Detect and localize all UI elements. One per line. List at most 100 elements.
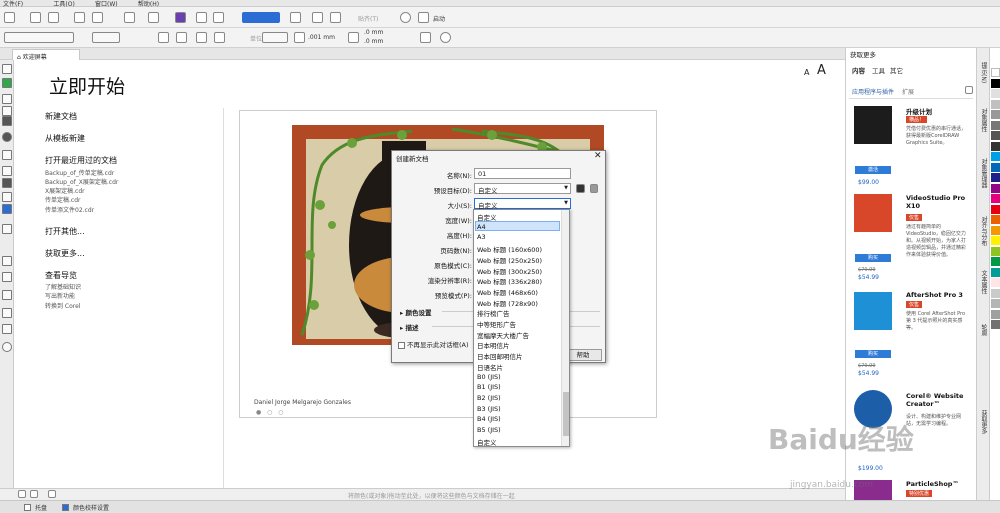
product-name[interactable]: Corel® Website Creator™ [906, 392, 970, 408]
color-swatch[interactable] [991, 110, 1000, 119]
zoom-level-field[interactable] [242, 12, 280, 23]
color-proof-settings-label[interactable]: 颜色校样设置 [73, 503, 109, 512]
pick-tool-icon[interactable] [2, 64, 12, 74]
size-option[interactable]: 自定义 [477, 212, 497, 222]
dimension-tool-icon[interactable] [2, 224, 12, 234]
color-swatch[interactable] [991, 225, 1000, 235]
close-icon[interactable]: ✕ [594, 151, 602, 161]
open-other-link[interactable]: 打开其他... [45, 226, 85, 237]
gallery-pager[interactable]: ● ○ ○ [256, 409, 286, 416]
portrait-icon[interactable] [158, 32, 169, 43]
vtab-object-properties[interactable]: 对象属性 [979, 108, 988, 132]
download-icon[interactable] [965, 86, 973, 94]
product-name[interactable]: ParticleShop™ [906, 480, 959, 488]
tray-icon[interactable] [24, 504, 31, 511]
buy-button[interactable]: 购买 [855, 350, 891, 358]
size-option[interactable]: B0 (JIS) [477, 373, 501, 381]
color-swatch[interactable] [991, 131, 1000, 140]
size-dropdown[interactable]: 自定义 ▼ [474, 198, 571, 210]
size-option[interactable]: 日本明信片 [477, 340, 510, 350]
open-icon[interactable] [30, 12, 41, 23]
scrollbar-thumb[interactable] [563, 392, 569, 436]
text-tool-icon[interactable] [2, 192, 12, 202]
tray-label[interactable]: 托盘 [35, 503, 47, 512]
size-option[interactable]: B4 (JIS) [477, 415, 501, 423]
recent-file-item[interactable]: Backup_of_传单定稿.cdr [45, 168, 114, 177]
all-pages-icon[interactable] [196, 32, 207, 43]
subtab-apps-plugins[interactable]: 应用程序与插件 [852, 87, 894, 96]
size-option[interactable]: A4 [477, 223, 486, 231]
new-document-icon[interactable] [4, 12, 15, 23]
color-swatch[interactable] [991, 120, 1000, 130]
current-page-icon[interactable] [214, 32, 225, 43]
font-increase-button[interactable]: A [817, 63, 826, 78]
page-size-field[interactable] [4, 32, 74, 43]
tab-other[interactable]: 其它 [890, 65, 903, 75]
export-icon[interactable] [213, 12, 224, 23]
connector-tool-icon[interactable] [2, 204, 12, 214]
color-swatch[interactable] [991, 89, 1000, 98]
size-option[interactable]: 宽幅摩天大楼广告 [477, 330, 529, 340]
buy-button[interactable]: 购买 [855, 254, 891, 262]
import-icon[interactable] [196, 12, 207, 23]
color-swatch[interactable] [991, 173, 1000, 182]
treat-as-filled-icon[interactable] [420, 32, 431, 43]
page-width-field[interactable] [92, 32, 120, 43]
color-swatch[interactable] [991, 204, 1000, 214]
preset-dropdown[interactable]: 自定义 ▼ [474, 183, 571, 195]
outline-tool-icon[interactable] [2, 324, 12, 334]
new-from-template-link[interactable]: 从模板新建 [45, 133, 85, 144]
color-proof-icon[interactable] [62, 504, 69, 511]
size-option[interactable]: Web 标题 (728x90) [477, 298, 538, 308]
product-name[interactable]: 升级计划 [906, 106, 932, 116]
size-option[interactable]: 日语名片 [477, 362, 503, 372]
add-tool-icon[interactable] [2, 342, 12, 352]
color-swatch[interactable] [991, 183, 1000, 193]
guide-item[interactable]: 转换到 Corel [45, 301, 80, 310]
crop-tool-icon[interactable] [2, 94, 12, 104]
rectangle-tool-icon[interactable] [2, 150, 12, 160]
color-swatch[interactable] [991, 152, 1000, 161]
options-gear-icon[interactable] [400, 12, 411, 23]
vtab-text-properties[interactable]: 文本属性 [979, 270, 988, 294]
nudge-distance-field[interactable]: .001 mm [308, 34, 335, 41]
color-swatch[interactable] [991, 288, 1000, 298]
color-swatch[interactable] [991, 141, 1000, 151]
add-icon[interactable] [440, 32, 451, 43]
undo-icon[interactable] [124, 12, 135, 23]
dont-show-checkbox[interactable]: 不再显示此对话框(A) [398, 339, 469, 349]
interactive-fill-icon[interactable] [2, 256, 12, 266]
tab-content[interactable]: 内容 [852, 65, 865, 75]
color-swatch[interactable] [991, 246, 1000, 256]
shape-tool-icon[interactable] [2, 78, 12, 88]
vtab-align-distribute[interactable]: 对齐与分布 [979, 216, 988, 246]
size-option[interactable]: B1 (JIS) [477, 383, 501, 391]
save-icon[interactable] [48, 12, 59, 23]
ellipse-tool-icon[interactable] [2, 166, 12, 176]
guide-item[interactable]: 写出新功能 [45, 291, 75, 300]
star-tool-icon[interactable] [2, 116, 12, 126]
view-guides-link[interactable]: 查看导览 [45, 270, 77, 281]
recent-file-item[interactable]: X展架定稿.cdr [45, 186, 85, 195]
videostudio-icon[interactable] [854, 194, 892, 232]
vtab-hints[interactable]: 提示(N) [979, 62, 988, 83]
color-swatch[interactable] [991, 309, 1000, 319]
zoom-tool-icon[interactable] [2, 106, 12, 116]
vtab-get-more[interactable]: 获取更多 [979, 410, 988, 434]
color-swatch[interactable] [991, 68, 1000, 77]
cut-icon[interactable] [92, 12, 103, 23]
font-decrease-button[interactable]: A [804, 68, 809, 77]
size-option[interactable]: B3 (JIS) [477, 405, 501, 413]
duplicate-x-field[interactable]: .0 mm [364, 29, 383, 36]
info-tool-icon[interactable] [2, 132, 12, 142]
size-option[interactable]: Web 标题 (336x280) [477, 276, 542, 286]
recent-file-item[interactable]: 传单添文件02.cdr [45, 205, 94, 214]
snap-to-label[interactable]: 贴齐(T) [358, 14, 378, 23]
duplicate-y-field[interactable]: .0 mm [364, 38, 383, 45]
eyedropper-tool-icon[interactable] [2, 290, 12, 300]
save-preset-icon[interactable] [576, 184, 585, 193]
rulers-icon[interactable] [312, 12, 323, 23]
size-option[interactable]: B2 (JIS) [477, 394, 501, 402]
color-swatch[interactable] [991, 267, 1000, 277]
size-option[interactable]: 日本回邮明信片 [477, 351, 523, 361]
